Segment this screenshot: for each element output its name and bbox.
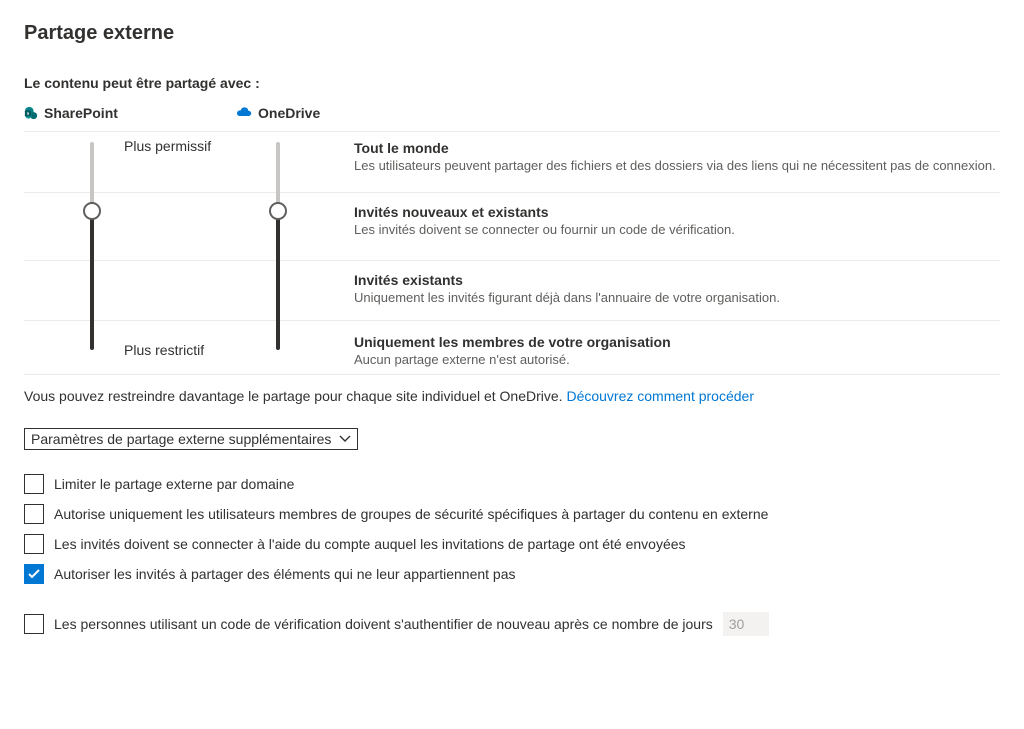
- page-title: Partage externe: [24, 22, 1000, 45]
- checkbox-sign-in-account-label: Les invités doivent se connecter à l'aid…: [54, 536, 686, 552]
- checkbox-limit-domain-label: Limiter le partage externe par domaine: [54, 476, 294, 492]
- option-existing-guests-text: Uniquement les invités figurant déjà dan…: [354, 290, 780, 305]
- chevron-down-icon: [339, 432, 351, 446]
- option-org-only-title: Uniquement les membres de votre organisa…: [354, 334, 671, 350]
- platform-onedrive-label: OneDrive: [258, 105, 320, 121]
- checkbox-guests-reshare[interactable]: [24, 564, 44, 584]
- onedrive-slider-thumb[interactable]: [269, 202, 287, 220]
- checkbox-reauth-days[interactable]: [24, 614, 44, 634]
- restrict-note-text: Vous pouvez restreindre davantage le par…: [24, 388, 566, 404]
- option-org-only-text: Aucun partage externe n'est autorisé.: [354, 352, 671, 367]
- onedrive-slider-track[interactable]: [276, 142, 280, 350]
- platform-sharepoint-label: SharePoint: [44, 105, 118, 121]
- checkbox-reauth-days-label: Les personnes utilisant un code de vérif…: [54, 616, 713, 632]
- option-new-guests-title: Invités nouveaux et existants: [354, 204, 735, 220]
- checkbox-security-groups-label: Autorise uniquement les utilisateurs mem…: [54, 506, 768, 522]
- sharing-sliders: Plus permissif Plus restrictif Tout le m…: [24, 131, 1000, 374]
- option-existing-guests-title: Invités existants: [354, 272, 780, 288]
- sharepoint-icon: S: [24, 106, 38, 120]
- label-permissive: Plus permissif: [124, 138, 211, 154]
- option-new-guests-text: Les invités doivent se connecter ou four…: [354, 222, 735, 237]
- platform-sharepoint: S SharePoint: [24, 105, 234, 121]
- sharepoint-slider-thumb[interactable]: [83, 202, 101, 220]
- share-with-label: Le contenu peut être partagé avec :: [24, 75, 1000, 91]
- checkbox-limit-domain-row: Limiter le partage externe par domaine: [24, 474, 1000, 494]
- checkbox-guests-reshare-row: Autoriser les invités à partager des élé…: [24, 564, 1000, 584]
- checkbox-limit-domain[interactable]: [24, 474, 44, 494]
- reauth-days-input[interactable]: [723, 612, 769, 636]
- more-settings-label: Paramètres de partage externe supplément…: [31, 431, 331, 447]
- checkbox-security-groups[interactable]: [24, 504, 44, 524]
- learn-more-link[interactable]: Découvrez comment procéder: [566, 388, 754, 404]
- label-restrictive: Plus restrictif: [124, 342, 204, 358]
- checkbox-reauth-days-row: Les personnes utilisant un code de vérif…: [24, 612, 1000, 636]
- option-anyone-title: Tout le monde: [354, 140, 996, 156]
- platform-onedrive: OneDrive: [234, 105, 320, 121]
- platform-row: S SharePoint OneDrive: [24, 105, 1000, 121]
- option-anyone-text: Les utilisateurs peuvent partager des fi…: [354, 158, 996, 173]
- sharepoint-slider-track[interactable]: [90, 142, 94, 350]
- checkbox-security-groups-row: Autorise uniquement les utilisateurs mem…: [24, 504, 1000, 524]
- checkbox-sign-in-account[interactable]: [24, 534, 44, 554]
- onedrive-icon: [234, 107, 252, 119]
- checkbox-sign-in-account-row: Les invités doivent se connecter à l'aid…: [24, 534, 1000, 554]
- restrict-note: Vous pouvez restreindre davantage le par…: [24, 388, 1000, 404]
- checkbox-guests-reshare-label: Autoriser les invités à partager des élé…: [54, 566, 516, 582]
- more-settings-expander[interactable]: Paramètres de partage externe supplément…: [24, 428, 358, 450]
